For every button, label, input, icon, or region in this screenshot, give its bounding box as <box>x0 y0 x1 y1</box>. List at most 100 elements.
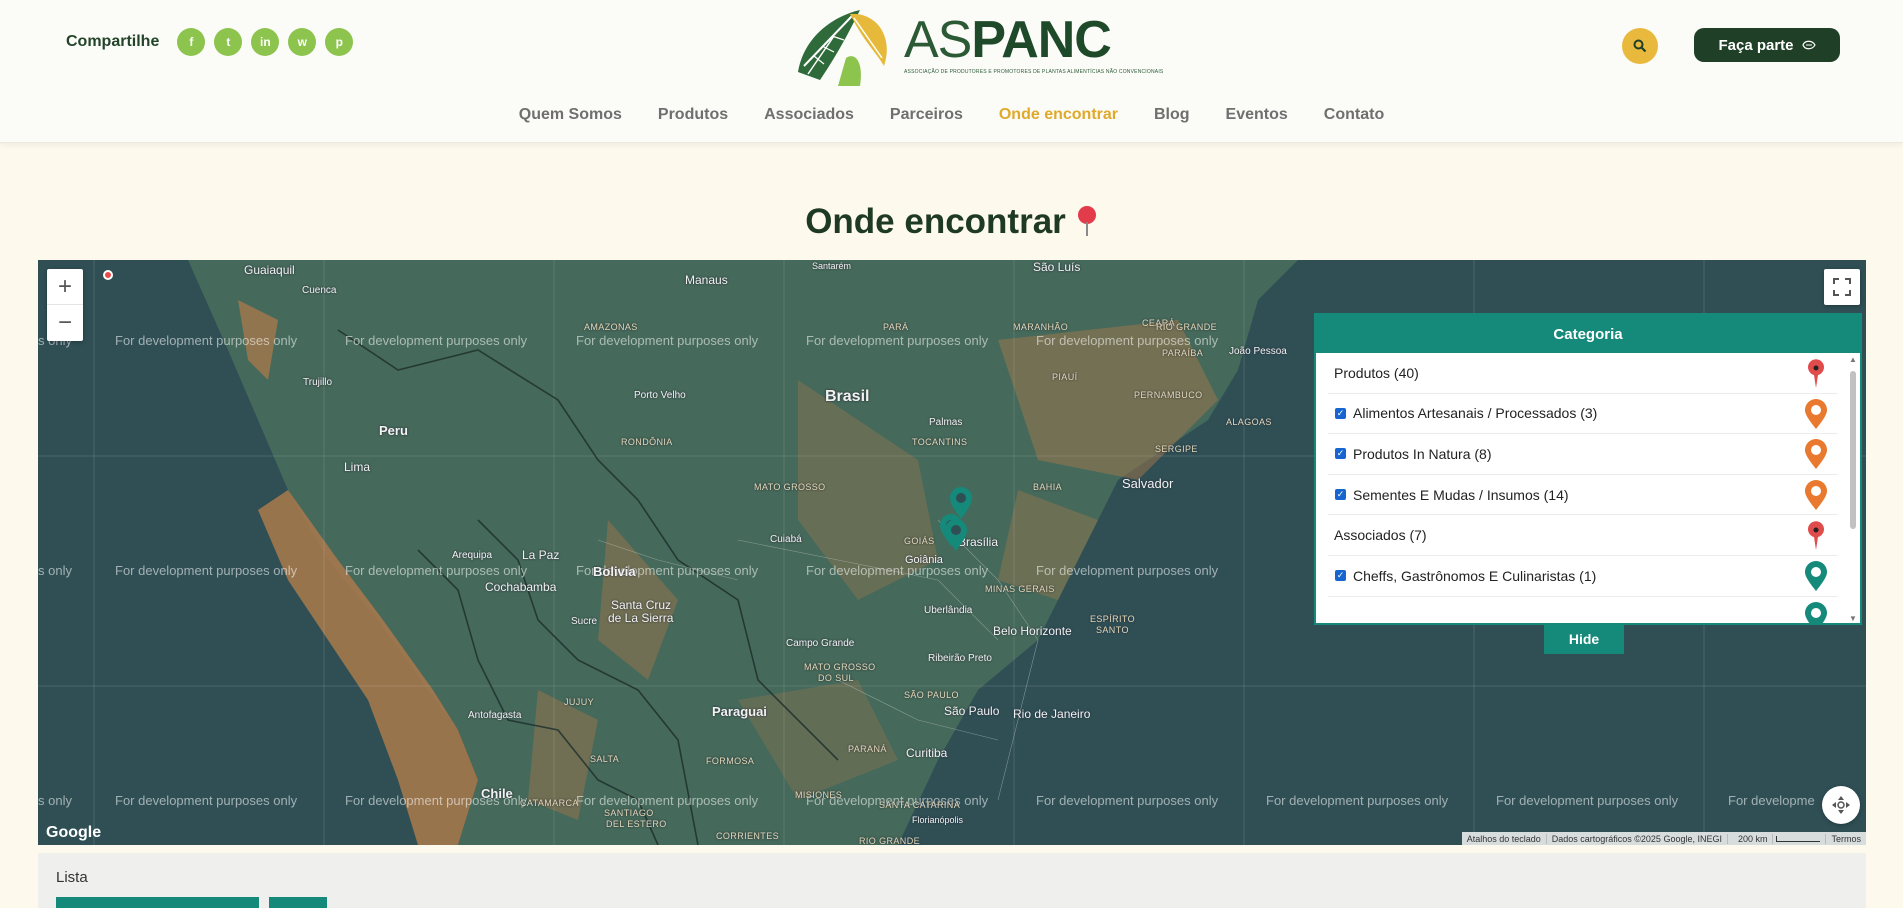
category-checkbox[interactable]: ✓ <box>1335 570 1346 582</box>
nav-contato[interactable]: Contato <box>1324 106 1384 124</box>
map-label: Cuenca <box>302 285 337 296</box>
leaf-logo-icon <box>798 10 887 86</box>
map-label: MARANHÃO <box>1013 322 1069 332</box>
fullscreen-button[interactable] <box>1824 269 1860 305</box>
list-section: Lista <box>38 853 1866 908</box>
category-row[interactable]: ✓ Cheffs, Gastrônomos E Culinaristas (1) <box>1328 556 1838 597</box>
site-logo[interactable]: ASPANC ASSOCIAÇÃO DE PRODUTORES E PROMOT… <box>794 6 1163 86</box>
share-bar: Compartilhe f t in w p <box>66 28 362 56</box>
nav-parceiros[interactable]: Parceiros <box>890 106 963 124</box>
map-label: Peru <box>379 423 408 438</box>
category-row[interactable]: ✓ Produtos In Natura (8) <box>1328 434 1838 475</box>
category-checkbox[interactable]: ✓ <box>1335 448 1346 460</box>
map-label: SALTA <box>590 754 620 764</box>
map-label: AMAZONAS <box>584 322 638 332</box>
map-label: SANTO <box>1096 625 1129 635</box>
scroll-thumb[interactable] <box>1850 371 1856 529</box>
category-scrollbar[interactable]: ▲ ▼ <box>1848 355 1858 623</box>
category-checkbox[interactable]: ✓ <box>1335 489 1346 501</box>
map-label: Palmas <box>929 417 963 428</box>
map-label: SANTIAGO <box>604 808 654 818</box>
main-nav: Quem Somos Produtos Associados Parceiros… <box>0 106 1903 124</box>
nav-eventos[interactable]: Eventos <box>1226 106 1288 124</box>
dev-watermark: For development purposes only <box>576 793 759 808</box>
hide-categories-button[interactable]: Hide <box>1544 624 1624 654</box>
location-marker-icon <box>1805 439 1827 470</box>
map-label: Lima <box>344 460 371 474</box>
category-list: Produtos (40) ✓ Alimentos Artesanais / Pro… <box>1316 353 1848 623</box>
map-label: CORRIENTES <box>716 831 780 841</box>
linkedin-icon[interactable]: in <box>251 28 280 56</box>
map-label: Cuiabá <box>770 534 802 545</box>
nav-blog[interactable]: Blog <box>1154 106 1190 124</box>
leaf-handshake-icon <box>1801 40 1816 50</box>
page-title: Onde encontrar <box>0 202 1903 242</box>
list-tab-button[interactable] <box>56 897 259 908</box>
location-marker-icon <box>1805 479 1827 510</box>
map-label: Bolivia <box>593 564 636 579</box>
dev-watermark: For development purposes only <box>1036 793 1219 808</box>
map-label: RONDÔNIA <box>621 437 673 447</box>
map-label: Belo Horizonte <box>993 624 1072 638</box>
map-label: MINAS GERAIS <box>985 584 1055 594</box>
map-label: Curitiba <box>906 746 948 760</box>
category-row[interactable]: ✓ Sementes E Mudas / Insumos (14) <box>1328 475 1838 516</box>
category-label: Produtos In Natura (8) <box>1353 445 1492 462</box>
twitter-icon[interactable]: t <box>214 28 243 56</box>
category-label: Sementes E Mudas / Insumos (14) <box>1353 486 1569 503</box>
keyboard-shortcuts-link[interactable]: Atalhos do teclado <box>1462 833 1547 844</box>
map-label: Florianópolis <box>912 815 964 825</box>
nav-quem-somos[interactable]: Quem Somos <box>519 106 622 124</box>
join-button[interactable]: Faça parte <box>1694 28 1840 62</box>
facebook-icon[interactable]: f <box>177 28 206 56</box>
map-label: Ribeirão Preto <box>928 653 992 664</box>
map-label: São Luís <box>1033 260 1081 274</box>
map-label: Goiânia <box>905 554 943 566</box>
logo-text-bold: PANC <box>971 11 1111 69</box>
map-label: SERGIPE <box>1155 444 1198 454</box>
map-label: Rio de Janeiro <box>1013 707 1091 721</box>
zoom-in-button[interactable]: + <box>47 269 83 305</box>
map-label: Trujillo <box>303 377 333 388</box>
camera-control-button[interactable] <box>1822 786 1860 824</box>
search-button[interactable] <box>1622 28 1658 64</box>
category-group-row: Associados (7) <box>1328 515 1838 556</box>
nav-onde-encontrar[interactable]: Onde encontrar <box>999 106 1118 124</box>
scale-bar <box>1776 836 1821 843</box>
location-marker-icon <box>1805 560 1827 591</box>
map-label: Santarém <box>812 261 852 271</box>
map-label: Campo Grande <box>786 638 855 649</box>
category-row[interactable]: ✓ Alimentos Artesanais / Processados (3) <box>1328 394 1838 435</box>
zoom-out-button[interactable]: − <box>47 305 83 341</box>
dev-watermark: For development purposes only <box>115 563 298 578</box>
map-scale[interactable]: 200 km <box>1728 833 1827 844</box>
dev-watermark: For development purposes only <box>345 563 528 578</box>
nav-associados[interactable]: Associados <box>764 106 854 124</box>
scroll-up-icon[interactable]: ▲ <box>1849 355 1857 364</box>
map-label: SÃO PAULO <box>904 690 959 700</box>
map-label: PARÁ <box>883 322 909 332</box>
list-tab-button[interactable] <box>269 897 327 908</box>
map-label: de La Sierra <box>608 611 674 625</box>
pushpin-icon <box>1076 206 1098 236</box>
list-label: Lista <box>56 869 88 886</box>
category-row[interactable] <box>1328 597 1838 623</box>
pinterest-icon[interactable]: p <box>325 28 354 56</box>
whatsapp-icon[interactable]: w <box>288 28 317 56</box>
map-pin-icon <box>1808 521 1824 551</box>
dev-watermark: For development purposes only <box>576 333 759 348</box>
join-button-label: Faça parte <box>1718 36 1794 54</box>
category-checkbox[interactable]: ✓ <box>1335 407 1346 419</box>
map-label: Manaus <box>685 273 728 287</box>
logo-text-light: AS <box>904 11 972 69</box>
dev-watermark: s only <box>38 793 72 808</box>
google-logo[interactable]: Google <box>46 824 101 842</box>
location-marker[interactable] <box>944 518 968 552</box>
terms-link[interactable]: Termos <box>1826 834 1866 844</box>
nav-produtos[interactable]: Produtos <box>658 106 728 124</box>
map-label: BAHIA <box>1033 482 1063 492</box>
map-label: PERNAMBUCO <box>1134 390 1203 400</box>
scroll-down-icon[interactable]: ▼ <box>1849 614 1857 623</box>
fullscreen-icon <box>1833 278 1851 296</box>
dev-watermark: For developme <box>1728 793 1815 808</box>
